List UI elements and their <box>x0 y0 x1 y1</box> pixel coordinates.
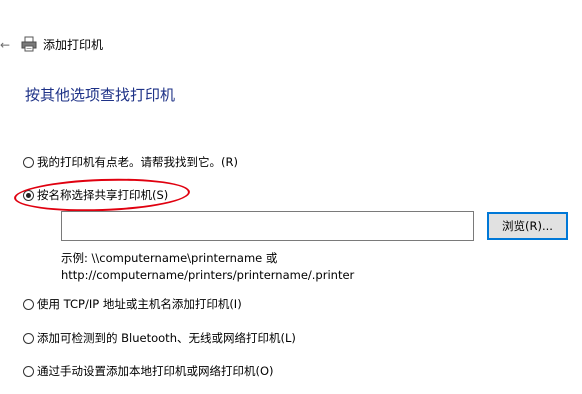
page-heading: 按其他选项查找打印机 <box>25 86 176 104</box>
option-label: 通过手动设置添加本地打印机或网络打印机(O) <box>37 364 274 378</box>
option-tcp-ip[interactable]: 使用 TCP/IP 地址或主机名添加打印机(I) <box>23 296 242 312</box>
option-label: 使用 TCP/IP 地址或主机名添加打印机(I) <box>37 297 242 311</box>
radio-printer-old[interactable] <box>23 156 34 168</box>
browse-button[interactable]: 浏览(R)... <box>487 212 568 240</box>
example-line-1: 示例: \\computername\printername 或 <box>61 251 278 265</box>
example-text: 示例: \\computername\printername 或 http://… <box>61 250 354 284</box>
back-arrow-icon[interactable]: ← <box>0 39 10 51</box>
option-label: 按名称选择共享打印机(S) <box>37 188 169 202</box>
option-bluetooth-wireless[interactable]: 添加可检测到的 Bluetooth、无线或网络打印机(L) <box>23 330 296 346</box>
radio-bluetooth-wireless[interactable] <box>23 332 34 344</box>
printer-icon <box>21 36 37 52</box>
shared-printer-name-input[interactable] <box>61 211 474 241</box>
radio-select-shared-printer[interactable] <box>23 189 34 201</box>
radio-manual-setup[interactable] <box>23 365 34 377</box>
radio-tcp-ip[interactable] <box>23 298 34 310</box>
option-manual-setup[interactable]: 通过手动设置添加本地打印机或网络打印机(O) <box>23 363 274 379</box>
option-printer-old[interactable]: 我的打印机有点老。请帮我找到它。(R) <box>23 154 238 170</box>
option-select-shared-printer[interactable]: 按名称选择共享打印机(S) <box>23 187 168 203</box>
option-label: 我的打印机有点老。请帮我找到它。(R) <box>37 155 238 169</box>
option-label: 添加可检测到的 Bluetooth、无线或网络打印机(L) <box>37 331 296 345</box>
add-printer-page: ← 添加打印机 按其他选项查找打印机 我的打印机有点老。请帮我找到它。(R) 按… <box>0 0 582 394</box>
window-title: 添加打印机 <box>43 38 104 52</box>
example-line-2: http://computername/printers/printername… <box>61 268 355 282</box>
